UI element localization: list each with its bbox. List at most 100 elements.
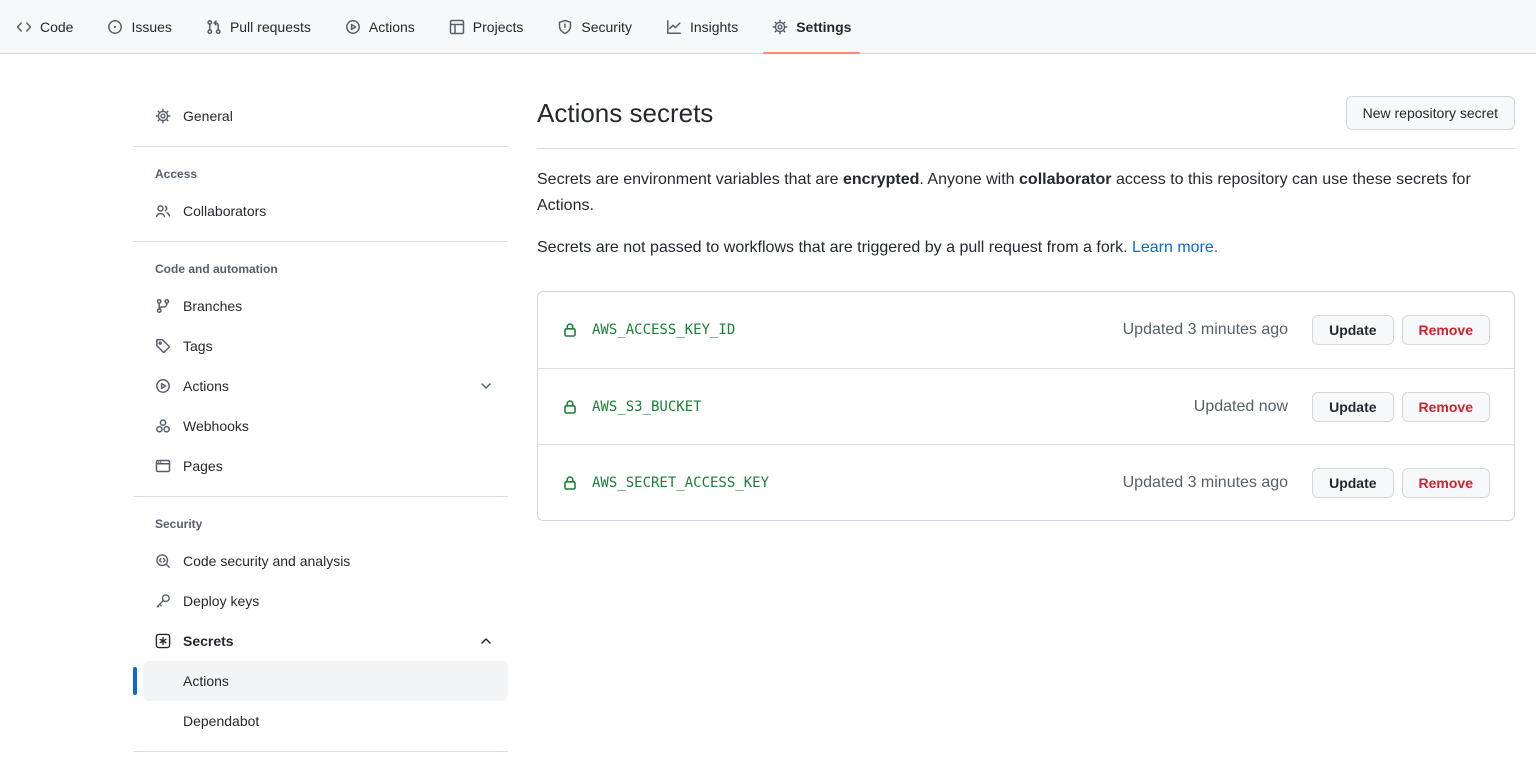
intro-text: Secrets are environment variables that a…: [537, 171, 843, 188]
lock-icon: [562, 399, 578, 415]
remove-secret-button[interactable]: Remove: [1402, 315, 1490, 345]
sidebar-item-label: Branches: [183, 298, 242, 314]
secrets-list: AWS_ACCESS_KEY_ID Updated 3 minutes ago …: [537, 291, 1515, 521]
secret-row-actions: Updated now Update Remove: [1194, 392, 1490, 422]
tab-settings[interactable]: Settings: [763, 0, 860, 53]
tab-label: Actions: [369, 19, 415, 35]
intro-text: . Anyone with: [919, 171, 1019, 188]
secret-row-actions: Updated 3 minutes ago Update Remove: [1123, 315, 1490, 345]
sidebar-item-webhooks[interactable]: Webhooks: [143, 406, 508, 446]
codescan-icon: [155, 553, 171, 569]
sidebar-item-secrets-actions[interactable]: Actions: [143, 661, 508, 701]
sidebar-item-label: Secrets: [183, 633, 234, 649]
secret-name: AWS_SECRET_ACCESS_KEY: [592, 475, 769, 491]
sidebar-item-code-security[interactable]: Code security and analysis: [143, 541, 508, 581]
fork-note-text: Secrets are not passed to workflows that…: [537, 235, 1515, 261]
remove-secret-button[interactable]: Remove: [1402, 468, 1490, 498]
sidebar-item-label: Tags: [183, 338, 213, 354]
sidebar-item-label: Code security and analysis: [183, 553, 350, 569]
sidebar-item-label: Pages: [183, 458, 223, 474]
chevron-up-icon: [478, 633, 494, 649]
chevron-down-icon: [478, 378, 494, 394]
secret-row: AWS_SECRET_ACCESS_KEY Updated 3 minutes …: [538, 444, 1514, 520]
intro-bold-collaborator: collaborator: [1019, 171, 1111, 188]
secret-updated-time: Updated 3 minutes ago: [1123, 474, 1288, 492]
secret-name: AWS_ACCESS_KEY_ID: [592, 322, 735, 338]
divider: [133, 146, 508, 147]
learn-more-link[interactable]: Learn more.: [1132, 239, 1218, 256]
divider: [133, 751, 508, 752]
sidebar-item-pages[interactable]: Pages: [143, 446, 508, 486]
people-icon: [155, 203, 171, 219]
repo-tab-bar: Code Issues Pull requests Actions Projec…: [0, 0, 1536, 54]
sidebar-section-security: Security: [133, 517, 508, 531]
tab-issues[interactable]: Issues: [98, 0, 180, 53]
graph-icon: [666, 19, 682, 35]
tab-label: Code: [40, 19, 73, 35]
sidebar-section-code-and-automation: Code and automation: [133, 262, 508, 276]
table-icon: [449, 19, 465, 35]
secret-asterisk-icon: [155, 633, 171, 649]
tab-projects[interactable]: Projects: [440, 0, 533, 53]
sidebar-item-label: Collaborators: [183, 203, 266, 219]
panel-header: Actions secrets New repository secret: [537, 96, 1515, 149]
git-branch-icon: [155, 298, 171, 314]
pull-request-icon: [206, 19, 222, 35]
issue-opened-icon: [107, 19, 123, 35]
webhook-icon: [155, 418, 171, 434]
update-secret-button[interactable]: Update: [1312, 315, 1393, 345]
settings-layout: General Access Collaborators Code and au…: [0, 54, 1536, 762]
actions-secrets-panel: Actions secrets New repository secret Se…: [537, 96, 1515, 762]
update-secret-button[interactable]: Update: [1312, 392, 1393, 422]
secret-updated-time: Updated now: [1194, 398, 1288, 416]
secrets-intro-text: Secrets are environment variables that a…: [537, 167, 1515, 219]
settings-sidebar: General Access Collaborators Code and au…: [133, 96, 508, 762]
shield-icon: [557, 19, 573, 35]
secret-row: AWS_ACCESS_KEY_ID Updated 3 minutes ago …: [538, 292, 1514, 368]
update-secret-button[interactable]: Update: [1312, 468, 1393, 498]
page-title: Actions secrets: [537, 96, 713, 130]
sidebar-item-deploy-keys[interactable]: Deploy keys: [143, 581, 508, 621]
sidebar-item-branches[interactable]: Branches: [143, 286, 508, 326]
sidebar-item-label: Deploy keys: [183, 593, 259, 609]
tab-actions[interactable]: Actions: [336, 0, 424, 53]
tab-insights[interactable]: Insights: [657, 0, 747, 53]
tab-label: Security: [581, 19, 632, 35]
lock-icon: [562, 322, 578, 338]
sidebar-item-secrets[interactable]: Secrets: [143, 621, 508, 661]
divider: [133, 241, 508, 242]
sidebar-item-label: Dependabot: [183, 713, 259, 729]
sidebar-item-label: Actions: [183, 673, 229, 689]
tag-icon: [155, 338, 171, 354]
lock-icon: [562, 475, 578, 491]
sidebar-item-label: Actions: [183, 378, 229, 394]
secret-row: AWS_S3_BUCKET Updated now Update Remove: [538, 368, 1514, 444]
new-repository-secret-button[interactable]: New repository secret: [1346, 96, 1515, 130]
secret-row-actions: Updated 3 minutes ago Update Remove: [1123, 468, 1490, 498]
secret-name: AWS_S3_BUCKET: [592, 399, 702, 415]
fork-note: Secrets are not passed to workflows that…: [537, 239, 1132, 256]
tab-code[interactable]: Code: [7, 0, 82, 53]
browser-icon: [155, 458, 171, 474]
play-icon: [155, 378, 171, 394]
tab-label: Projects: [473, 19, 524, 35]
sidebar-section-access: Access: [133, 167, 508, 181]
tab-label: Issues: [131, 19, 171, 35]
divider: [133, 496, 508, 497]
sidebar-item-general[interactable]: General: [143, 96, 508, 136]
sidebar-item-actions[interactable]: Actions: [143, 366, 508, 406]
sidebar-item-collaborators[interactable]: Collaborators: [143, 191, 508, 231]
tab-label: Settings: [796, 19, 851, 35]
tab-pull-requests[interactable]: Pull requests: [197, 0, 320, 53]
intro-bold-encrypted: encrypted: [843, 171, 919, 188]
gear-icon: [155, 108, 171, 124]
gear-icon: [772, 19, 788, 35]
remove-secret-button[interactable]: Remove: [1402, 392, 1490, 422]
sidebar-item-tags[interactable]: Actions Tags: [143, 326, 508, 366]
play-icon: [345, 19, 361, 35]
tab-security[interactable]: Security: [548, 0, 641, 53]
code-icon: [16, 19, 32, 35]
tab-label: Pull requests: [230, 19, 311, 35]
sidebar-item-label: Webhooks: [183, 418, 249, 434]
sidebar-item-secrets-dependabot[interactable]: Dependabot: [143, 701, 508, 741]
